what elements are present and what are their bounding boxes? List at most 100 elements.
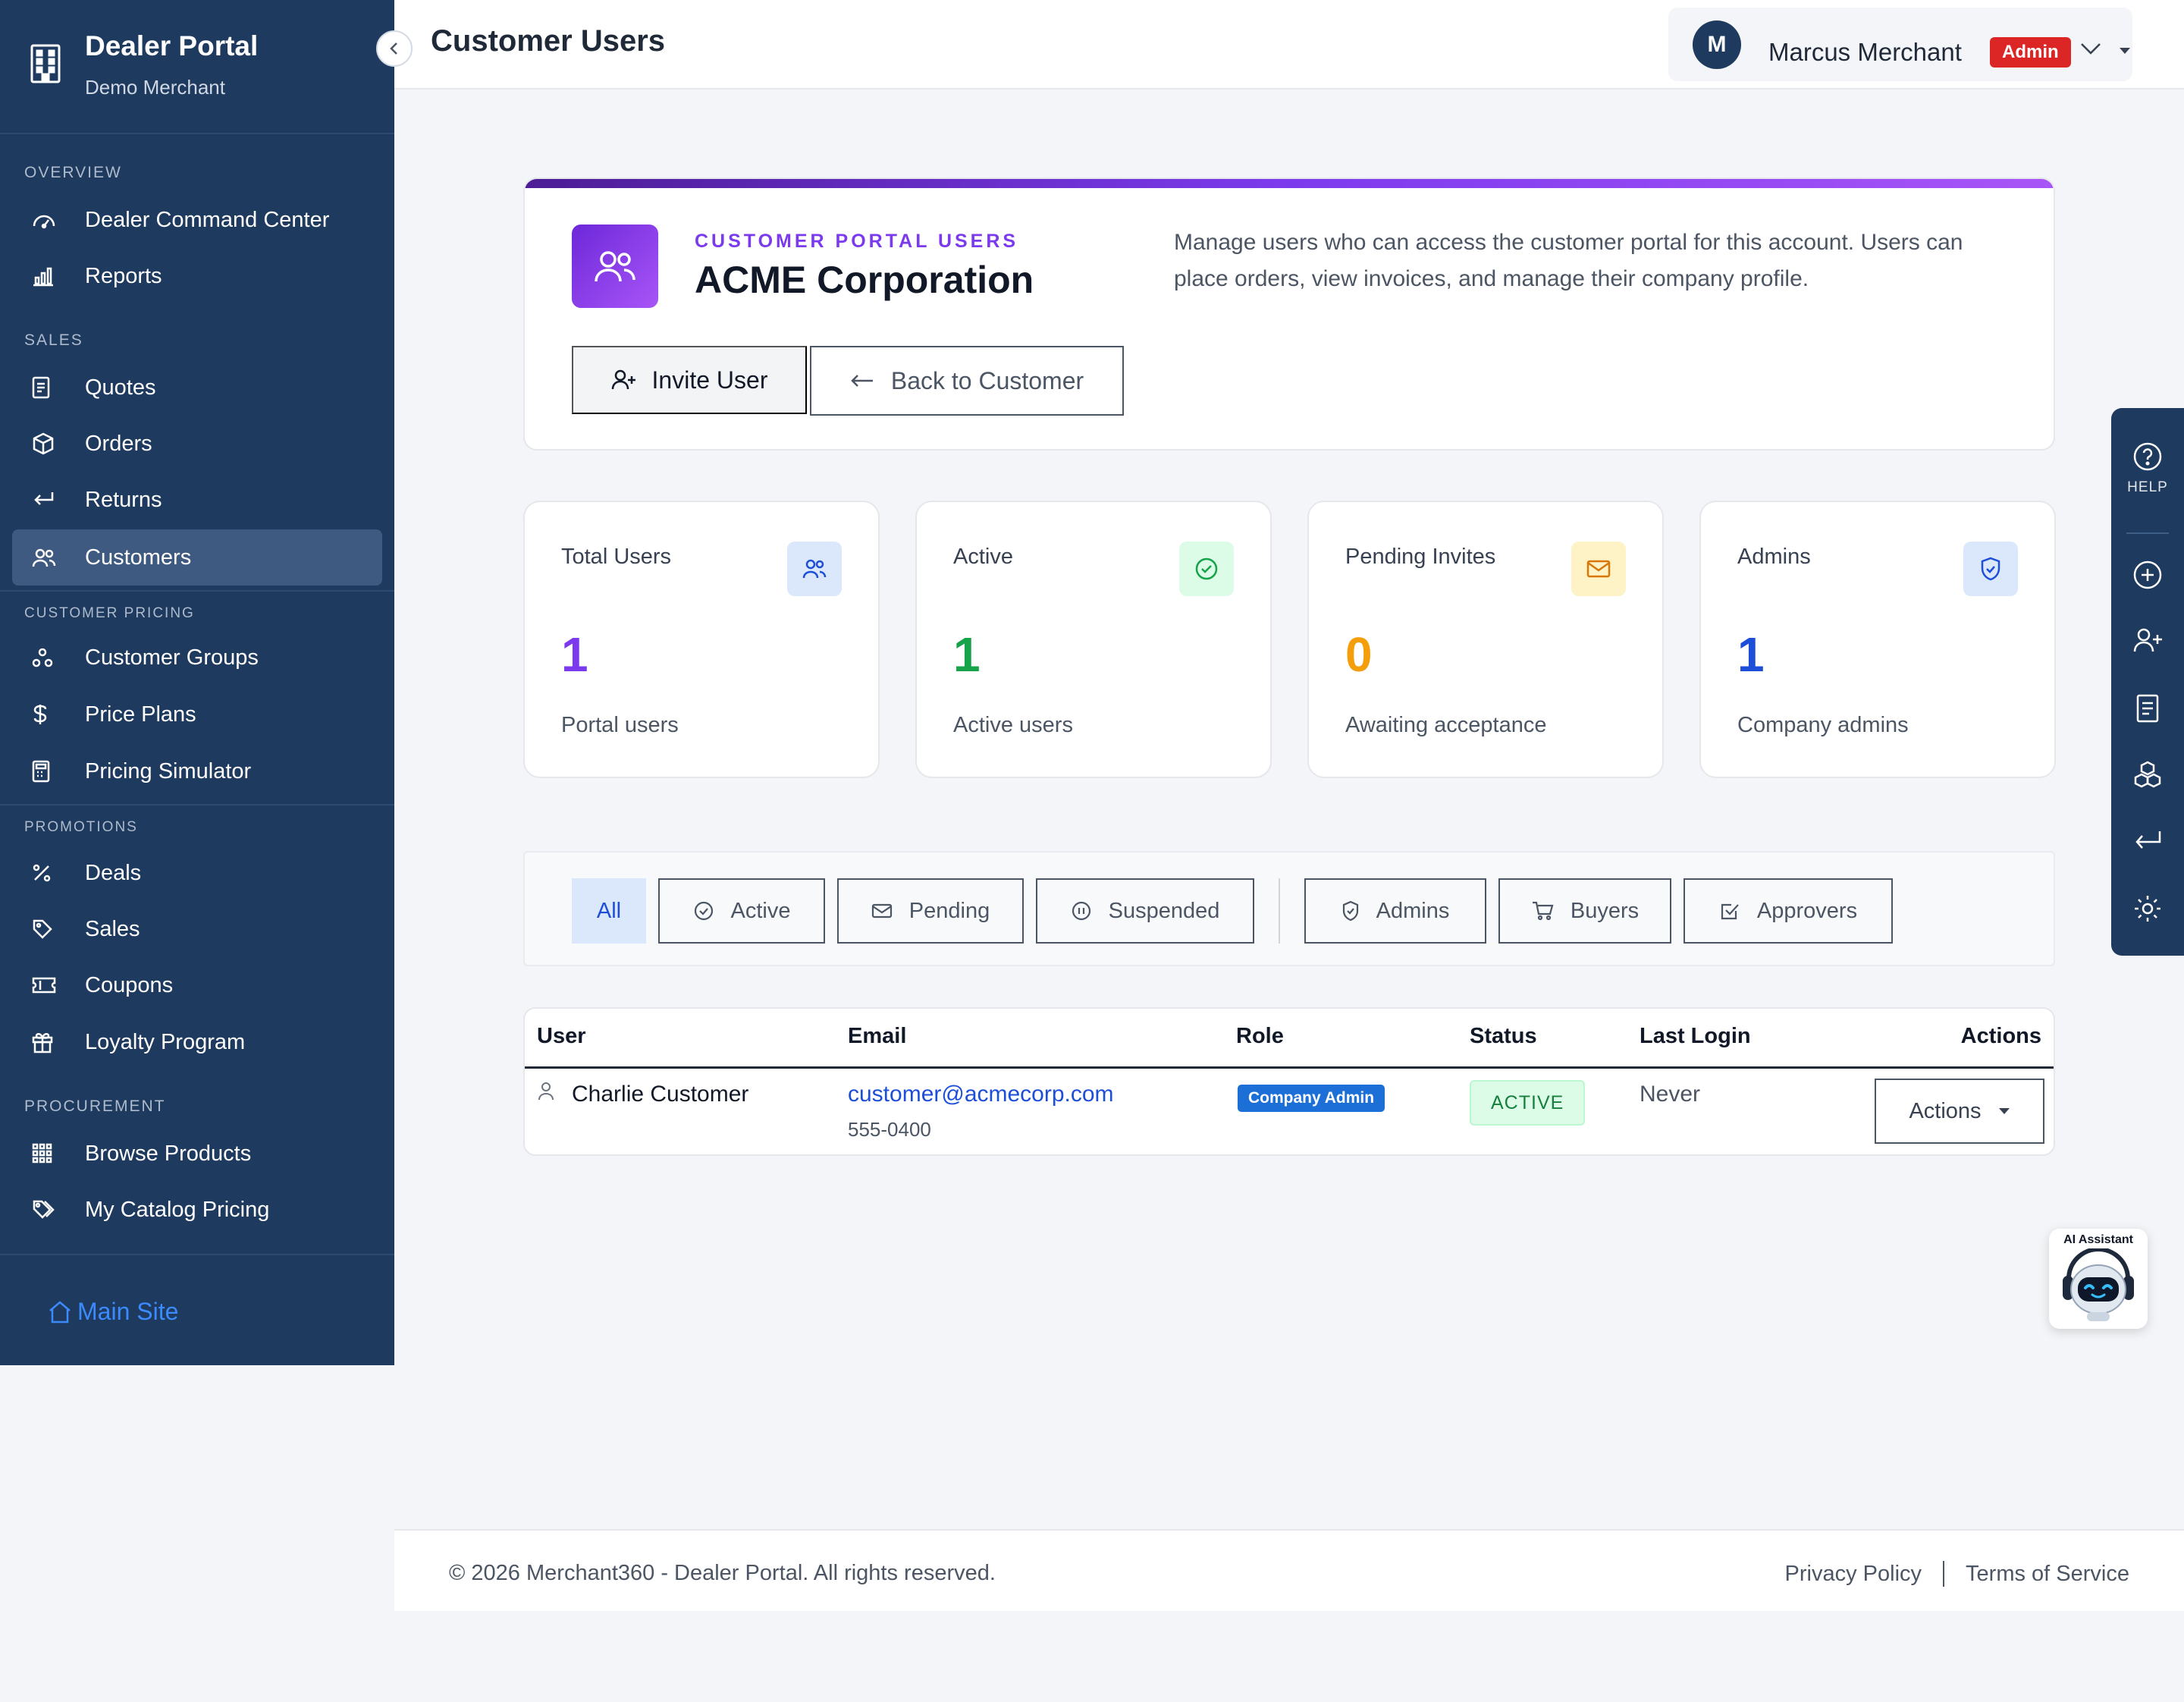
sidebar-item-deals[interactable]: Deals: [12, 845, 382, 901]
filter-active-button[interactable]: Active: [658, 878, 825, 944]
help-button[interactable]: HELP: [2111, 441, 2184, 496]
sidebar-item-coupons[interactable]: Coupons: [12, 957, 382, 1013]
filter-admins-button[interactable]: Admins: [1304, 878, 1486, 944]
footer-links: Privacy Policy Terms of Service: [1785, 1561, 2129, 1587]
sidebar-item-label: Browse Products: [85, 1141, 252, 1166]
question-circle-icon: [2132, 441, 2163, 472]
users-icon: [32, 545, 65, 570]
last-login: Never: [1640, 1082, 1701, 1107]
sidebar-item-label: Pricing Simulator: [85, 758, 252, 783]
sidebar-item-reports[interactable]: Reports: [12, 248, 382, 304]
chevron-left-icon: [388, 41, 400, 56]
sidebar-item-browse-products[interactable]: Browse Products: [12, 1126, 382, 1182]
invite-user-button[interactable]: Invite User: [572, 346, 807, 414]
back-label: Back to Customer: [890, 366, 1084, 394]
ai-assistant-button[interactable]: AI Assistant: [2049, 1229, 2148, 1329]
stat-subtext: Company admins: [1737, 713, 1909, 737]
filter-pending-button[interactable]: Pending: [837, 878, 1024, 944]
stat-label: Active: [953, 545, 1013, 569]
filter-label: Approvers: [1756, 898, 1858, 923]
brand-subtitle: Demo Merchant: [85, 76, 225, 99]
document-icon: [2135, 693, 2160, 724]
stat-card-total-users: Total Users 1 Portal users: [523, 501, 880, 778]
stat-label: Pending Invites: [1345, 545, 1496, 569]
stat-value: 1: [561, 627, 588, 682]
rail-document-button[interactable]: [2111, 693, 2184, 724]
sidebar-item-loyalty[interactable]: Loyalty Program: [12, 1014, 382, 1070]
back-to-customer-button[interactable]: Back to Customer: [810, 346, 1124, 416]
sidebar-item-pricing-simulator[interactable]: Pricing Simulator: [12, 743, 382, 799]
rail-return-button[interactable]: [2111, 828, 2184, 853]
filter-label: Suspended: [1108, 898, 1220, 923]
help-label: HELP: [2127, 479, 2168, 495]
privacy-policy-link[interactable]: Privacy Policy: [1785, 1562, 1922, 1587]
filter-all-button[interactable]: All: [572, 878, 646, 944]
sidebar-item-customer-groups[interactable]: Customer Groups: [12, 630, 382, 686]
check-circle-icon: [693, 900, 731, 922]
rail-settings-button[interactable]: [2111, 893, 2184, 924]
hero-accent-bar: [525, 179, 2054, 188]
nav-section-procurement: PROCUREMENT: [24, 1098, 166, 1115]
table-header-divider: [525, 1066, 2054, 1069]
terms-of-service-link[interactable]: Terms of Service: [1966, 1562, 2129, 1587]
avatar: M: [1693, 20, 1741, 69]
sidebar-item-sales[interactable]: Sales: [12, 901, 382, 957]
users-icon: [787, 542, 842, 596]
page-footer: © 2026 Merchant360 - Dealer Portal. All …: [394, 1529, 2184, 1611]
sidebar-item-label: Deals: [85, 860, 142, 885]
row-actions-dropdown[interactable]: Actions: [1875, 1079, 2044, 1144]
stat-value: 1: [953, 627, 981, 682]
sidebar-item-command-center[interactable]: Dealer Command Center: [12, 192, 382, 248]
user-menu[interactable]: M Marcus Merchant Admin: [1668, 8, 2132, 81]
tags-icon: [32, 1198, 65, 1222]
sidebar-item-label: Reports: [85, 263, 162, 288]
stat-subtext: Active users: [953, 713, 1073, 737]
page-title: Customer Users: [431, 24, 666, 58]
hero-description: Manage users who can access the customer…: [1174, 230, 1963, 291]
sidebar-item-customers[interactable]: Customers: [12, 529, 382, 586]
sidebar-item-catalog-pricing[interactable]: My Catalog Pricing: [12, 1182, 382, 1238]
filter-approvers-button[interactable]: Approvers: [1684, 878, 1893, 944]
sidebar-item-label: Loyalty Program: [85, 1029, 246, 1054]
document-icon: [32, 375, 65, 400]
main-site-link[interactable]: Main Site: [47, 1298, 178, 1326]
rail-divider: [2126, 532, 2169, 534]
rail-add-user-button[interactable]: [2111, 626, 2184, 654]
chevron-down-icon: [2079, 41, 2102, 56]
arrow-left-icon: [850, 373, 891, 388]
main-site-label: Main Site: [77, 1298, 179, 1325]
return-arrow-icon: [32, 488, 65, 512]
rail-add-button[interactable]: [2111, 560, 2184, 590]
sidebar-item-label: Customer Groups: [85, 645, 259, 670]
column-header-user: User: [537, 1024, 586, 1048]
sidebar-item-price-plans[interactable]: Price Plans: [12, 686, 382, 743]
actions-label: Actions: [1909, 1098, 1982, 1123]
filter-label: Active: [730, 898, 791, 923]
column-header-actions: Actions: [1960, 1024, 2041, 1048]
sidebar-item-label: Orders: [85, 431, 152, 456]
nav-section-promotions: PROMOTIONS: [24, 819, 138, 835]
sidebar-item-returns[interactable]: Returns: [12, 472, 382, 528]
shield-icon: [1963, 542, 2018, 596]
rail-boxes-button[interactable]: [2111, 760, 2184, 790]
phone-number: 555-0400: [848, 1118, 931, 1141]
users-table: User Email Role Status Last Login Action…: [523, 1007, 2055, 1156]
sidebar-item-label: Dealer Command Center: [85, 207, 330, 232]
home-icon: [47, 1300, 77, 1324]
filter-buyers-button[interactable]: Buyers: [1498, 878, 1671, 944]
filter-suspended-button[interactable]: Suspended: [1036, 878, 1254, 944]
robot-icon: [2058, 1248, 2138, 1324]
sidebar-item-label: Customers: [85, 545, 192, 570]
user-cell: Charlie Customer: [538, 1082, 748, 1107]
customer-hero-card: CUSTOMER PORTAL USERS ACME Corporation M…: [523, 177, 2055, 451]
sidebar-item-orders[interactable]: Orders: [12, 416, 382, 472]
sidebar-item-quotes[interactable]: Quotes: [12, 360, 382, 416]
dollar-icon: [32, 702, 65, 727]
envelope-icon: [871, 903, 909, 919]
gift-icon: [32, 1030, 65, 1054]
sidebar-collapse-button[interactable]: [376, 30, 413, 67]
gear-icon: [2132, 893, 2163, 924]
nav-section-customer-pricing: CUSTOMER PRICING: [24, 605, 195, 621]
plus-circle-icon: [2132, 560, 2163, 590]
email-link[interactable]: customer@acmecorp.com: [848, 1082, 1114, 1107]
